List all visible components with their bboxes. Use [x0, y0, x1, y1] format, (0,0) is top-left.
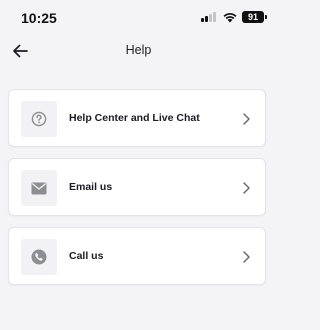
icon-box	[21, 170, 57, 206]
header: Help	[0, 36, 277, 66]
wifi-icon	[223, 12, 237, 22]
chevron-right-icon	[243, 251, 250, 263]
envelope-icon	[31, 182, 47, 194]
call-us-option[interactable]: Call us	[8, 227, 266, 285]
chevron-right-icon	[243, 113, 250, 125]
option-label: Call us	[69, 250, 104, 262]
option-label: Email us	[69, 181, 113, 193]
page-title: Help	[125, 43, 152, 57]
icon-box	[21, 239, 57, 275]
status-icons: 91	[201, 11, 267, 23]
status-time: 10:25	[21, 10, 57, 26]
phone-icon	[31, 249, 47, 265]
option-label: Help Center and Live Chat	[69, 112, 200, 124]
cellular-signal-icon	[201, 12, 217, 22]
icon-box	[21, 101, 57, 137]
email-us-option[interactable]: Email us	[8, 158, 266, 216]
status-bar: 10:25 91	[0, 0, 277, 36]
battery-icon: 91	[242, 11, 267, 23]
chevron-right-icon	[243, 182, 250, 194]
help-center-live-chat-option[interactable]: Help Center and Live Chat	[8, 89, 266, 147]
question-circle-icon	[31, 111, 47, 127]
battery-level: 91	[247, 12, 258, 22]
